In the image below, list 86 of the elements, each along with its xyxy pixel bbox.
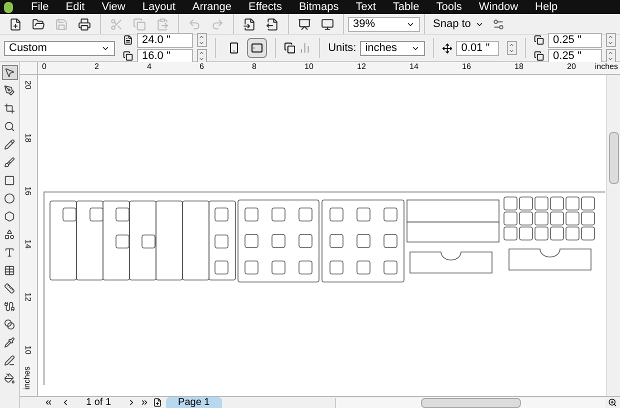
previous-page-icon[interactable] [61,398,70,407]
first-page-icon[interactable] [44,398,53,407]
ruler-label: 6 [200,62,204,72]
new-file-icon[interactable] [9,18,22,30]
ruler-label: 18 [514,62,524,72]
ruler-label: 14 [410,62,418,72]
menu-item[interactable]: Bitmaps [292,0,345,16]
menu-item[interactable]: Effects [242,0,288,16]
menu-item[interactable]: Arrange [186,0,238,16]
vertical-scrollbar[interactable] [606,75,620,396]
ruler-label: 16 [462,62,471,72]
width-icon [122,35,133,45]
menu-item[interactable]: Help [529,0,564,16]
landscape-button[interactable] [247,38,267,58]
spin-buttons[interactable] [606,33,616,47]
pen-icon[interactable] [2,83,18,98]
menu-item[interactable]: Edit [60,0,91,16]
ruler-label: 4 [147,62,152,72]
zoom-dropdown[interactable]: 39% [348,16,420,32]
options-icon[interactable] [492,18,505,30]
ruler-label: 16 [23,186,32,196]
menu-item[interactable]: File [25,0,55,16]
snap-to-button[interactable]: Snap to [429,16,488,32]
scrollbar-thumb[interactable] [421,398,521,408]
nudge-icon [442,42,452,54]
duplicate-x-icon [534,35,544,45]
ruler-unit: inches [24,366,32,390]
menu-item[interactable]: View [96,0,132,16]
export-icon[interactable] [266,18,279,30]
cable-icon[interactable] [2,299,18,314]
scrollbar-thumb[interactable] [609,132,619,184]
ruler-label: 8 [252,62,256,72]
printer-icon[interactable] [78,18,91,30]
page-preset-dropdown[interactable]: Custom [4,40,115,56]
presentation-icon[interactable] [298,18,311,30]
ruler-label: 12 [357,62,366,72]
app-logo-icon[interactable] [4,2,13,12]
ruler-label: 10 [23,346,32,354]
page-tab[interactable]: Page 1 [166,397,222,408]
ruler-label: 2 [94,62,99,72]
pages-icon[interactable] [284,42,296,54]
ruler-label: 10 [304,62,314,72]
nudge-field[interactable]: 0.01 " [456,40,500,56]
height-icon [122,51,133,61]
menu-item[interactable]: Window [472,0,524,16]
blend-icon[interactable] [2,317,18,332]
duplicate-y-icon [534,51,544,61]
paint-bucket-icon[interactable] [2,371,18,386]
units-dropdown[interactable]: inches [360,40,425,56]
folder-icon[interactable] [32,18,45,30]
spin-buttons[interactable] [606,49,616,63]
ruler-unit: inches [594,62,618,72]
spin-buttons[interactable] [196,49,207,63]
ruler-label: 14 [23,240,32,248]
menu-item[interactable]: Table [386,0,426,16]
crop-icon[interactable] [2,101,18,116]
spin-buttons[interactable] [507,41,518,55]
pointer-icon[interactable] [2,65,18,80]
width-field[interactable]: 24.0 " [136,32,193,48]
page-count: 1 of 1 [86,396,112,408]
pen-line-icon[interactable] [2,353,18,368]
add-page-icon[interactable] [153,398,162,407]
ruler-label: 20 [23,80,32,90]
horizontal-scrollbar[interactable] [335,398,605,408]
menu-item[interactable]: Tools [430,0,468,16]
zoom-icon[interactable] [608,398,617,407]
landscape-page-icon [251,42,264,54]
last-page-icon[interactable] [140,398,150,407]
pencil-icon[interactable] [2,137,18,152]
monitor-icon[interactable] [321,18,334,30]
ruler-label: 0 [42,62,46,72]
circle-icon[interactable] [2,191,18,206]
units-label: Units: [328,40,356,56]
import-icon[interactable] [243,18,256,30]
brush-icon[interactable] [2,155,18,170]
menu-item[interactable]: Text [350,0,382,16]
ruler-label: 18 [23,134,32,142]
menu-item[interactable]: Layout [136,0,182,16]
ruler-icon[interactable] [2,281,18,296]
duplicate-y-field[interactable]: 0.25 " [548,48,602,64]
spin-buttons[interactable] [196,33,207,47]
ruler-label: 20 [567,62,576,72]
duplicate-x-field[interactable]: 0.25 " [548,32,602,48]
portrait-page-icon [228,42,240,54]
height-field[interactable]: 16.0 " [136,48,193,64]
ruler-label: 12 [23,292,32,302]
